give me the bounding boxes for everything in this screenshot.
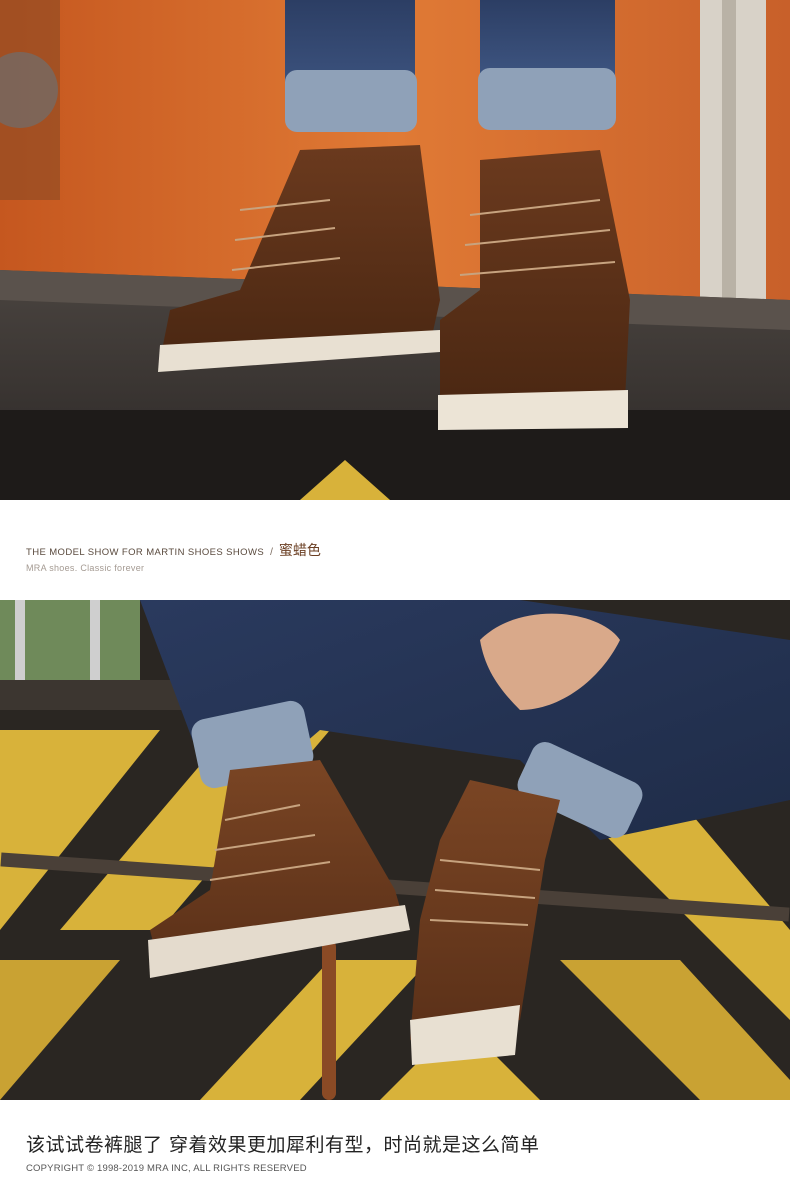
- caption-subtitle: MRA shoes. Classic forever: [26, 563, 145, 573]
- caption-separator: /: [270, 547, 273, 558]
- caption-block: THE MODEL SHOW FOR MARTIN SHOES SHOWS / …: [26, 540, 321, 573]
- boots-on-hazard-stairs-image: [0, 600, 790, 1100]
- caption-heading: THE MODEL SHOW FOR MARTIN SHOES SHOWS / …: [26, 540, 321, 560]
- color-name: 蜜蜡色: [278, 543, 321, 559]
- boots-on-metal-step-image: [0, 0, 790, 500]
- product-photo-bottom: [0, 600, 790, 1100]
- footer-headline: 该试试卷裤腿了 穿着效果更加犀利有型，时尚就是这么简单: [26, 1134, 540, 1156]
- copyright-notice: COPYRIGHT © 1998-2019 MRA INC, ALL RIGHT…: [26, 1163, 307, 1174]
- caption-title-en: THE MODEL SHOW FOR MARTIN SHOES SHOWS: [26, 547, 265, 558]
- product-photo-top: [0, 0, 790, 500]
- footer-block: 该试试卷裤腿了 穿着效果更加犀利有型，时尚就是这么简单 COPYRIGHT © …: [26, 1130, 540, 1174]
